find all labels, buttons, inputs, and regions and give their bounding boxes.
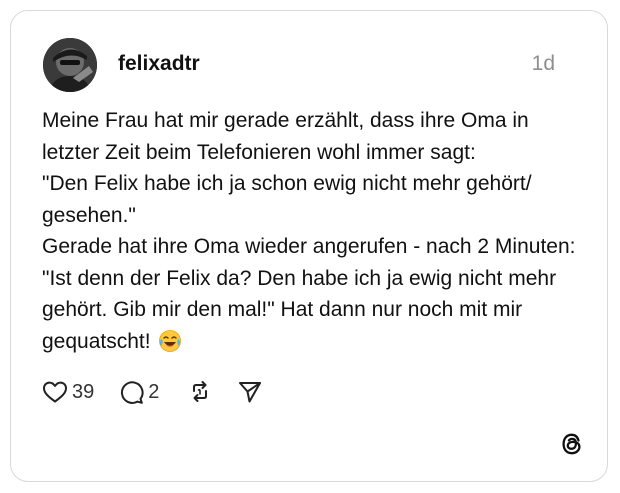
repost-button[interactable] bbox=[187, 379, 213, 405]
like-count: 39 bbox=[72, 381, 95, 403]
like-button[interactable]: 39 bbox=[42, 380, 94, 404]
repost-icon bbox=[193, 381, 208, 402]
comment-button[interactable]: 2 bbox=[118, 379, 159, 405]
action-bar: 39 2 bbox=[42, 377, 281, 407]
post-text: Meine Frau hat mir gerade erzählt, dass … bbox=[42, 105, 582, 362]
threads-logo-icon[interactable] bbox=[559, 431, 585, 457]
post-text-content: Meine Frau hat mir gerade erzählt, dass … bbox=[42, 109, 576, 353]
share-icon bbox=[239, 382, 262, 403]
heart-icon bbox=[43, 381, 67, 403]
avatar-photo bbox=[43, 38, 97, 92]
avatar[interactable] bbox=[43, 38, 97, 92]
timestamp: 1d bbox=[531, 52, 555, 75]
comment-icon bbox=[121, 381, 144, 404]
tears-of-joy-emoji bbox=[158, 329, 182, 363]
post-card: felixadtr 1d Meine Frau hat mir gerade e… bbox=[10, 10, 608, 482]
share-button[interactable] bbox=[237, 379, 263, 405]
username[interactable]: felixadtr bbox=[118, 51, 200, 77]
comment-count: 2 bbox=[148, 381, 160, 403]
